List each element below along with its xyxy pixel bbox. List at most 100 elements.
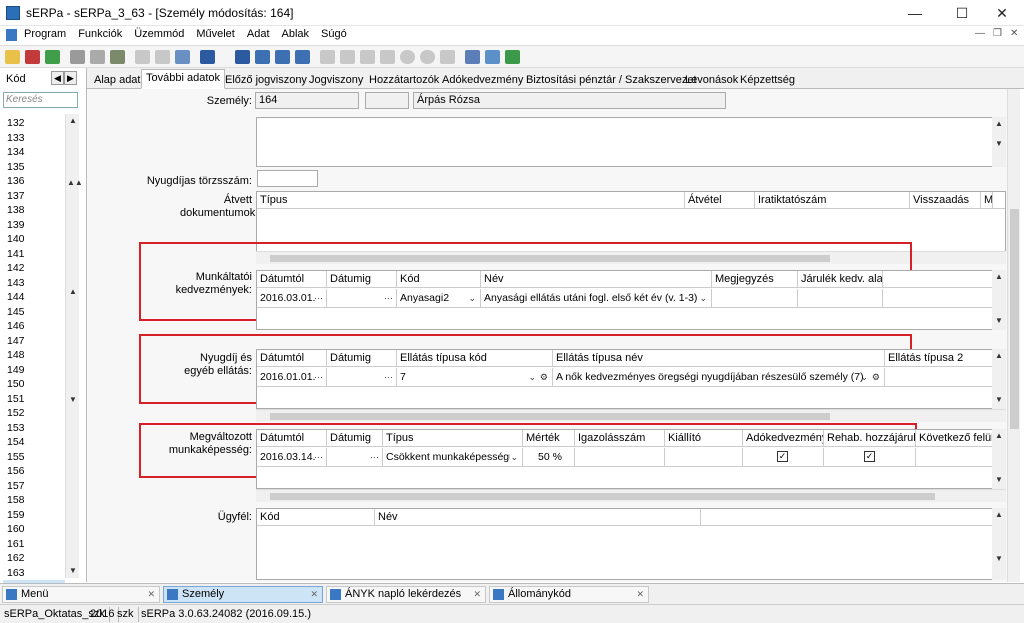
list-scrollbar[interactable]: ▲ ▲▲ ▲ ▼ ▼ (65, 114, 83, 578)
eb-scroll-down-icon[interactable]: ▼ (993, 316, 1005, 325)
list-item[interactable]: 154 (3, 435, 65, 450)
eb-col-megjegyzes[interactable]: Megjegyzés (712, 271, 798, 288)
list-item[interactable]: 156 (3, 464, 65, 479)
dis-cell-from[interactable]: 2016.03.14. ··· (257, 448, 327, 467)
maximize-button[interactable]: ☐ (940, 0, 984, 26)
new-record-icon[interactable] (5, 50, 20, 64)
chevron-down-icon[interactable]: ⌄ (699, 289, 707, 307)
date-picker-icon[interactable]: ··· (370, 448, 379, 466)
form-scrollbar[interactable] (1007, 89, 1020, 582)
list-item[interactable]: 136 (3, 174, 65, 189)
list-item[interactable]: 153 (3, 421, 65, 436)
window-tab-szemely[interactable]: Személy ✕ (163, 586, 323, 603)
dis-scroll-up-icon[interactable]: ▲ (993, 431, 1005, 440)
list-item[interactable]: 140 (3, 232, 65, 247)
nav-prev-icon[interactable]: ◀ (51, 71, 64, 85)
doc-col-atvetel[interactable]: Átvétel (685, 192, 755, 209)
client-col-nev[interactable]: Név (375, 509, 701, 526)
disability-hscroll-thumb[interactable] (270, 493, 935, 500)
list-icon[interactable] (360, 50, 375, 64)
mdi-close-icon[interactable]: ✕ (1010, 28, 1018, 39)
close-icon[interactable]: ✕ (310, 587, 318, 602)
calculator-icon[interactable] (465, 50, 480, 64)
pc-cell-nev[interactable]: A nők kedvezményes öregségi nyugdíjában … (553, 368, 885, 387)
mail-icon[interactable] (485, 50, 500, 64)
eb-col-kod[interactable]: Kód (397, 271, 481, 288)
list-item[interactable]: 163 (3, 566, 65, 581)
tab-levonasok[interactable]: Levonások (680, 71, 743, 89)
pc-cell-to[interactable]: ··· (327, 368, 397, 387)
list-item[interactable]: 137 (3, 189, 65, 204)
close-icon[interactable]: ✕ (473, 587, 481, 602)
menu-muvelet[interactable]: Művelet (196, 28, 235, 40)
table-row[interactable]: 2016.01.01. ··· ··· 7 ⌄ ⚙ A nők kedvezménye… (257, 368, 1005, 387)
pc-scroll-down-icon[interactable]: ▼ (993, 395, 1005, 404)
person-aux-field[interactable] (365, 92, 409, 109)
up-icon[interactable] (275, 50, 290, 64)
list-item[interactable]: 149 (3, 363, 65, 378)
list-item[interactable]: 134 (3, 145, 65, 160)
rehab-checkbox[interactable]: ✓ (864, 451, 875, 462)
list-item[interactable]: 132 (3, 116, 65, 131)
list-item[interactable]: 142 (3, 261, 65, 276)
notes-scrollbar[interactable]: ▲ ▼ (992, 117, 1006, 167)
search-input[interactable]: Keresés (3, 92, 78, 108)
menu-uzemmod[interactable]: Üzemmód (134, 28, 184, 40)
list-item[interactable]: 158 (3, 493, 65, 508)
pension-care-hscroll-thumb[interactable] (270, 413, 830, 420)
list-item[interactable]: 139 (3, 218, 65, 233)
dis-cell-tipus[interactable]: Csökkent munkaképességű ⌄ (383, 448, 523, 467)
dis-col-to[interactable]: Dátumig (327, 430, 383, 447)
down-icon[interactable] (295, 50, 310, 64)
mdi-restore-icon[interactable]: ❐ (993, 28, 1002, 39)
dis-scroll-down-icon[interactable]: ▼ (993, 475, 1005, 484)
list-item[interactable]: 144 (3, 290, 65, 305)
client-vscroll[interactable]: ▲ ▼ (992, 508, 1006, 580)
tax-benefit-checkbox[interactable]: ✓ (777, 451, 788, 462)
scroll-down-icon[interactable]: ▼ (67, 566, 79, 575)
chevron-down-icon[interactable]: ⌄ (468, 289, 476, 307)
eb-cell-kod[interactable]: Anyasagi2 ⌄ (397, 289, 481, 308)
refresh-icon[interactable] (45, 50, 60, 64)
dis-col-adokedvezmeny[interactable]: Adókedvezmény (743, 430, 824, 447)
client-scroll-up-icon[interactable]: ▲ (993, 510, 1005, 519)
dis-col-igazolasszam[interactable]: Igazolásszám (575, 430, 665, 447)
copy-icon[interactable] (90, 50, 105, 64)
mdi-minimize-icon[interactable]: — (975, 28, 985, 39)
pc-cell-kod[interactable]: 7 ⌄ ⚙ (397, 368, 553, 387)
chevron-down-icon[interactable]: ⌄ (528, 368, 536, 386)
dis-cell-to[interactable]: ··· (327, 448, 383, 467)
pension-care-hscroll[interactable] (256, 409, 1006, 422)
pension-care-vscroll[interactable]: ▲ ▼ (992, 349, 1006, 409)
list-item[interactable]: 151 (3, 392, 65, 407)
eb-cell-megjegyzes[interactable] (712, 289, 798, 308)
export-icon[interactable] (175, 50, 190, 64)
employer-benefits-vscroll[interactable]: ▲ ▼ (992, 270, 1006, 330)
tab-adokedvezmeny[interactable]: Adókedvezmény (437, 71, 528, 89)
disability-vscroll[interactable]: ▲ ▼ (992, 429, 1006, 489)
help-icon[interactable] (440, 50, 455, 64)
table-icon[interactable] (380, 50, 395, 64)
list-item[interactable]: 147 (3, 334, 65, 349)
nav-next-icon[interactable]: ▶ (64, 71, 77, 85)
list-item[interactable]: 135 (3, 160, 65, 175)
list-item[interactable]: 162 (3, 551, 65, 566)
window-tab-anyk[interactable]: ÁNYK napló lekérdezés ✕ (326, 586, 486, 603)
notes-area[interactable] (256, 117, 1006, 167)
list-item[interactable]: 155 (3, 450, 65, 465)
pc-scroll-up-icon[interactable]: ▲ (993, 351, 1005, 360)
list-item[interactable]: 150 (3, 377, 65, 392)
eb-cell-alap[interactable] (798, 289, 883, 308)
dis-col-from[interactable]: Dátumtól (257, 430, 327, 447)
menu-funkciok[interactable]: Funkciók (78, 28, 122, 40)
grid-icon[interactable] (320, 50, 335, 64)
page-down-icon[interactable]: ▼ (67, 395, 79, 404)
tab-hozzatartozok[interactable]: Hozzátartozók (364, 71, 444, 89)
person-id-field[interactable]: 164 (255, 92, 359, 109)
eb-col-nev[interactable]: Név (481, 271, 712, 288)
dis-col-rehab[interactable]: Rehab. hozzájárulás (824, 430, 916, 447)
cancel-icon[interactable] (420, 50, 435, 64)
menu-program[interactable]: Program (24, 28, 66, 40)
chevron-down-icon[interactable]: ⌄ (860, 368, 868, 386)
list-item[interactable]: 160 (3, 522, 65, 537)
